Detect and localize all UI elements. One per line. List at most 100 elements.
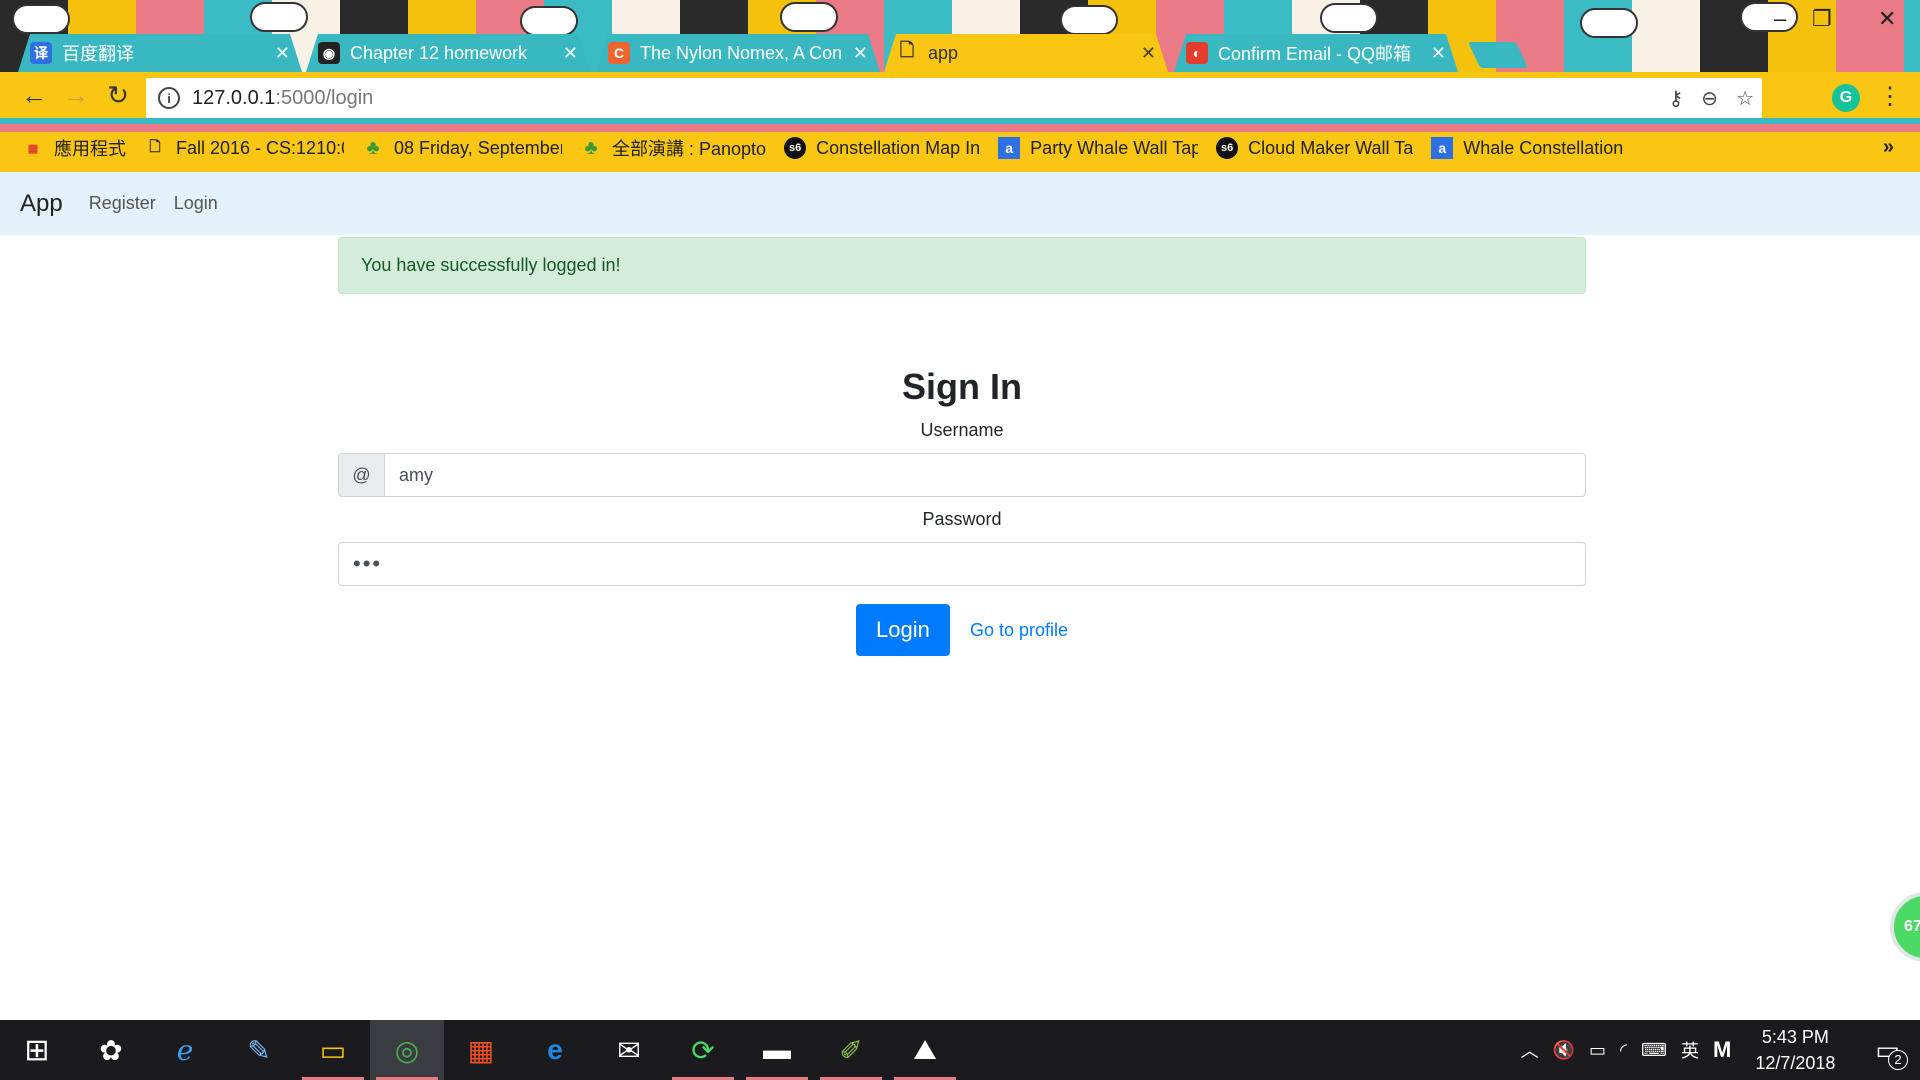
browser-tab-strip: 译 百度翻译 ✕ ◉ Chapter 12 homework ✕ C The N… <box>0 0 1920 72</box>
s6-icon: s6 <box>1216 137 1239 159</box>
action-center-icon[interactable]: ▭ 2 <box>1875 1035 1908 1070</box>
file-explorer-icon[interactable]: ▭ <box>296 1020 370 1080</box>
navbar-brand[interactable]: App <box>20 190 63 218</box>
password-input[interactable]: ••• <box>338 542 1586 586</box>
bookmark-item[interactable]: 🗋 Fall 2016 - CS:1210:0 <box>144 137 344 159</box>
theme-cloud-decoration <box>1320 3 1378 33</box>
login-button[interactable]: Login <box>855 604 950 656</box>
keyboard-icon[interactable]: ⌨ <box>1641 1040 1667 1061</box>
form-actions: Login Go to profile <box>338 604 1586 656</box>
start-button[interactable]: ⊞ <box>0 1020 74 1080</box>
password-label: Password <box>922 509 1002 529</box>
bookmark-item[interactable]: a Whale Constellation <box>1431 137 1623 159</box>
tab-nylon-nomex[interactable]: C The Nylon Nomex, A Con ✕ <box>596 34 880 72</box>
bookmark-item[interactable]: ♣ 全部演講 : Panopto <box>580 135 766 161</box>
s6-icon: s6 <box>784 137 807 159</box>
tab-close-icon[interactable]: ✕ <box>563 43 578 64</box>
star-icon[interactable]: ☆ <box>1736 86 1754 111</box>
theme-cloud-decoration <box>250 2 308 32</box>
windows-taskbar: ⊞ ✿ ℯ ✎ ▭ ◎ ▦ e ✉ ⟳ ▬ ✐ ⛰ ︿ 🔇 ▭ ◜ ⌨ 英 M … <box>0 1020 1920 1080</box>
system-tray: ︿ 🔇 ▭ ◜ ⌨ 英 M 5:43 PM 12/7/2018 ▭ 2 <box>1521 1020 1920 1080</box>
nav-register-link[interactable]: Register <box>89 193 156 214</box>
site-info-icon[interactable]: i <box>158 87 180 109</box>
at-sign-addon: @ <box>338 453 384 497</box>
username-input-group: @ amy <box>338 453 1586 497</box>
command-prompt-icon[interactable]: ▬ <box>740 1020 814 1080</box>
mail-icon[interactable]: ✉ <box>592 1020 666 1080</box>
c-site-icon: C <box>608 42 630 64</box>
minimize-icon[interactable]: – <box>1774 6 1786 32</box>
tab-app[interactable]: 🗋 app ✕ <box>884 34 1168 72</box>
tab-chapter-12-homework[interactable]: ◉ Chapter 12 homework ✕ <box>306 34 590 72</box>
bookmark-item[interactable]: ♣ 08 Friday, September <box>362 137 562 159</box>
theme-cloud-decoration <box>520 6 578 36</box>
tab-baidu-translate[interactable]: 译 百度翻译 ✕ <box>18 34 302 72</box>
volume-muted-icon[interactable]: 🔇 <box>1553 1040 1575 1061</box>
tab-close-icon[interactable]: ✕ <box>853 43 868 64</box>
back-icon[interactable]: ← <box>14 75 54 115</box>
restore-icon[interactable]: ❐ <box>1812 6 1832 32</box>
floating-widget-badge[interactable]: 67 <box>1890 892 1920 962</box>
baidu-translate-icon: 译 <box>30 42 52 64</box>
bookmark-item[interactable]: s6 Constellation Map In <box>784 137 980 159</box>
page-icon: 🗋 <box>149 138 161 154</box>
pinwheel-app-icon[interactable]: ✿ <box>74 1020 148 1080</box>
close-window-icon[interactable]: ✕ <box>1878 6 1896 32</box>
microsoft-store-icon[interactable]: ▦ <box>444 1020 518 1080</box>
zoom-icon[interactable]: ⊖ <box>1701 86 1718 111</box>
url-path: :5000/login <box>275 86 374 109</box>
refresh-app-icon[interactable]: ⟳ <box>666 1020 740 1080</box>
wifi-icon[interactable]: ◜ <box>1620 1040 1627 1061</box>
nav-login-link[interactable]: Login <box>174 193 218 214</box>
bookmark-label: 應用程式 <box>54 139 126 159</box>
app-navbar: App Register Login <box>0 172 1920 235</box>
tab-title: Chapter 12 homework <box>350 42 528 63</box>
battery-icon[interactable]: ▭ <box>1589 1040 1606 1061</box>
bookmark-label: Fall 2016 - CS:1210:0 <box>176 137 344 158</box>
address-bar[interactable]: i 127.0.0.1:5000/login ⚷ ⊖ ☆ <box>146 78 1762 118</box>
grammarly-extension-icon[interactable]: G <box>1832 84 1860 112</box>
bookmark-item[interactable]: ▦ 應用程式 <box>22 135 126 161</box>
chrome-icon[interactable]: ◎ <box>370 1020 444 1080</box>
bookmarks-overflow-button[interactable]: » <box>1883 136 1894 159</box>
photos-icon[interactable]: ⛰ <box>888 1020 962 1080</box>
pen-app-icon[interactable]: ✎ <box>222 1020 296 1080</box>
edge-icon[interactable]: e <box>518 1020 592 1080</box>
qq-mail-icon: ◐ <box>1186 42 1208 64</box>
bookmark-label: 08 Friday, September <box>394 137 562 158</box>
key-icon[interactable]: ⚷ <box>1669 86 1684 111</box>
bookmark-item[interactable]: a Party Whale Wall Tap <box>998 137 1198 159</box>
new-tab-button[interactable] <box>1467 42 1529 68</box>
a-site-icon: a <box>1431 137 1454 159</box>
tab-title: The Nylon Nomex, A Con <box>640 42 843 63</box>
bookmark-item[interactable]: s6 Cloud Maker Wall Ta <box>1216 137 1413 159</box>
tab-close-icon[interactable]: ✕ <box>1431 43 1446 64</box>
forward-icon[interactable]: → <box>56 75 96 115</box>
notepad-app-icon[interactable]: ✐ <box>814 1020 888 1080</box>
bookmark-label: 全部演講 : Panopto <box>612 139 767 159</box>
bookmarks-bar: ▦ 應用程式 🗋 Fall 2016 - CS:1210:0 ♣ 08 Frid… <box>0 124 1920 172</box>
username-input[interactable]: amy <box>384 453 1586 497</box>
tab-title: app <box>928 42 959 63</box>
tab-confirm-email[interactable]: ◐ Confirm Email - QQ邮箱 ✕ <box>1174 34 1458 72</box>
clock-time: 5:43 PM <box>1761 1027 1829 1047</box>
taskbar-clock[interactable]: 5:43 PM 12/7/2018 <box>1755 1024 1835 1076</box>
a-site-icon: a <box>998 137 1021 159</box>
tab-close-icon[interactable]: ✕ <box>275 43 290 64</box>
browser-menu-icon[interactable]: ⋮ <box>1878 82 1902 111</box>
panopto-icon: ♣ <box>366 136 380 159</box>
theme-cloud-decoration <box>780 2 838 32</box>
tab-title: 百度翻译 <box>62 44 134 64</box>
tab-close-icon[interactable]: ✕ <box>1141 43 1156 64</box>
ime-language-indicator[interactable]: 英 <box>1681 1037 1699 1063</box>
theme-cloud-decoration <box>1580 8 1638 38</box>
browser-toolbar: ← → ↻ i 127.0.0.1:5000/login ⚷ ⊖ ☆ G ⋮ <box>0 72 1920 124</box>
flash-success-alert: You have successfully logged in! <box>338 237 1586 294</box>
reload-icon[interactable]: ↻ <box>98 75 138 115</box>
internet-explorer-icon[interactable]: ℯ <box>148 1020 222 1080</box>
clock-date: 12/7/2018 <box>1755 1053 1836 1073</box>
ime-mode-indicator[interactable]: M <box>1713 1037 1731 1063</box>
web-page: App Register Login You have successfully… <box>0 172 1920 1020</box>
go-to-profile-link[interactable]: Go to profile <box>970 620 1068 641</box>
show-hidden-icons-chevron-icon[interactable]: ︿ <box>1521 1037 1539 1063</box>
